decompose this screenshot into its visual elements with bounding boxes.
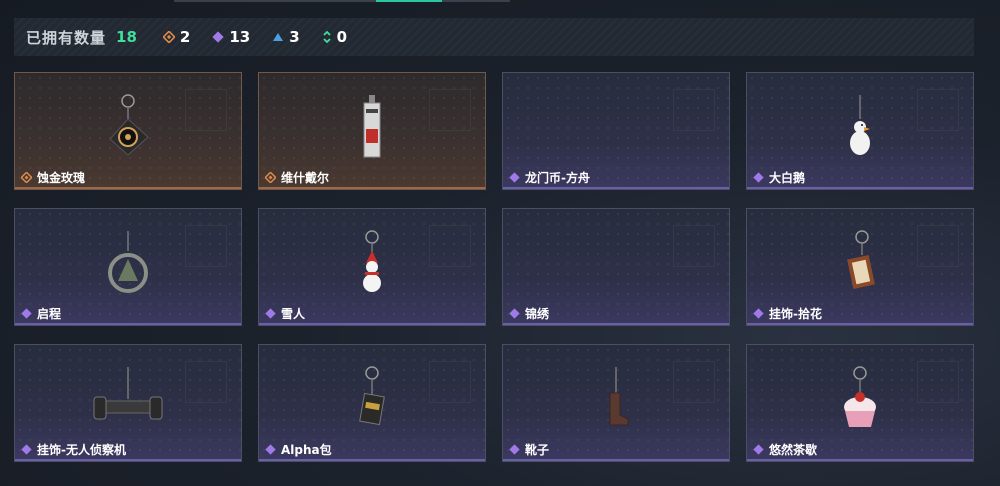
purple-diamond-icon <box>509 444 520 455</box>
charm-card[interactable]: 靴子 <box>502 344 730 462</box>
charm-name: 蚀金玫瑰 <box>21 169 85 186</box>
charm-name: 挂饰-拾花 <box>753 305 822 322</box>
ring-charm-icon <box>108 231 148 293</box>
charm-name: 挂饰-无人侦察机 <box>21 441 126 458</box>
charm-card[interactable]: 启程 <box>14 208 242 326</box>
rarity-bar <box>747 187 973 189</box>
rarity-bar <box>15 187 241 189</box>
rarity-bar <box>503 187 729 189</box>
charm-card[interactable]: 蚀金玫瑰 <box>14 72 242 190</box>
card-decoration <box>429 361 471 403</box>
gold-diamond-icon <box>265 172 276 183</box>
top-tab-strip <box>174 0 510 2</box>
purple-diamond-icon <box>509 308 520 319</box>
charm-card[interactable]: 挂饰-拾花 <box>746 208 974 326</box>
green-chevrons-icon <box>323 31 331 43</box>
rarity-count-purple: 13 <box>212 28 250 46</box>
red-tag-charm-icon <box>363 95 381 158</box>
rarity-bar <box>259 187 485 189</box>
charm-name-label: 挂饰-无人侦察机 <box>37 443 126 457</box>
charm-card[interactable]: 悠然茶歇 <box>746 344 974 462</box>
card-decoration <box>185 361 227 403</box>
charm-name: 锦绣 <box>509 305 549 322</box>
charm-name-label: 维什戴尔 <box>281 171 330 185</box>
card-decoration <box>429 225 471 267</box>
charm-name-label: 靴子 <box>525 443 550 457</box>
rarity-count-gold: 2 <box>162 28 191 46</box>
charm-name-label: 大白鹅 <box>769 171 806 185</box>
owned-count-label: 已拥有数量 <box>26 28 107 47</box>
drone-charm-icon <box>93 367 163 420</box>
charm-name: 悠然茶歇 <box>753 441 817 458</box>
charm-name-label: 龙门币-方舟 <box>525 171 590 185</box>
rarity-count-value: 0 <box>336 28 348 46</box>
card-decoration <box>185 89 227 131</box>
rarity-count-blue: 3 <box>272 28 300 46</box>
purple-diamond-icon <box>265 444 276 455</box>
white-goose-charm-icon <box>850 95 870 155</box>
blue-triangle-icon <box>273 33 284 41</box>
charm-card[interactable]: 维什戴尔 <box>258 72 486 190</box>
charm-card[interactable]: Alpha包 <box>258 344 486 462</box>
charm-name-label: 蚀金玫瑰 <box>37 171 86 185</box>
owned-count-bar: 已拥有数量 18 2 13 3 0 <box>14 18 974 56</box>
rarity-bar <box>747 459 973 461</box>
purple-diamond-icon <box>21 308 32 319</box>
charm-name-label: 雪人 <box>281 307 306 321</box>
charm-name: 龙门币-方舟 <box>509 169 590 186</box>
purple-diamond-icon <box>21 444 32 455</box>
cupcake-charm-icon <box>844 366 876 427</box>
charm-name: 靴子 <box>509 441 549 458</box>
purple-diamond-icon <box>753 172 764 183</box>
charm-name: 启程 <box>21 305 61 322</box>
rarity-count-value: 3 <box>289 28 300 46</box>
charm-name-label: 悠然茶歇 <box>769 443 818 457</box>
charm-name: Alpha包 <box>265 441 332 458</box>
rarity-count-value: 13 <box>229 28 251 46</box>
rose-compass-charm-icon <box>109 94 149 156</box>
purple-diamond-icon <box>753 444 764 455</box>
rarity-count-green: 0 <box>322 28 347 46</box>
charm-card[interactable]: 大白鹅 <box>746 72 974 190</box>
snowman-charm-icon <box>363 230 381 292</box>
gold-diamond-icon <box>21 172 32 183</box>
purple-diamond-icon <box>509 172 520 183</box>
boot-charm-icon <box>609 367 629 426</box>
rarity-bar <box>747 323 973 325</box>
card-decoration <box>673 89 715 131</box>
rarity-bar <box>503 323 729 325</box>
card-decoration <box>185 225 227 267</box>
card-decoration <box>917 225 959 267</box>
charm-name: 雪人 <box>265 305 305 322</box>
card-decoration <box>673 361 715 403</box>
charm-card[interactable]: 雪人 <box>258 208 486 326</box>
owned-count-total: 18 <box>116 28 137 46</box>
rarity-count-value: 2 <box>179 28 191 46</box>
card-decoration <box>917 89 959 131</box>
charm-name: 大白鹅 <box>753 169 805 186</box>
charm-name-label: 锦绣 <box>525 307 550 321</box>
purple-diamond-icon <box>265 308 276 319</box>
active-tab-indicator <box>376 0 442 2</box>
frame-charm-icon <box>847 230 875 289</box>
charm-card[interactable]: 龙门币-方舟 <box>502 72 730 190</box>
gold-diamond-icon <box>162 31 175 43</box>
purple-diamond-icon <box>212 31 224 43</box>
rarity-bar <box>259 459 485 461</box>
rarity-bar <box>259 323 485 325</box>
charm-card[interactable]: 挂饰-无人侦察机 <box>14 344 242 462</box>
charm-card[interactable]: 锦绣 <box>502 208 730 326</box>
charm-name-label: 启程 <box>37 307 62 321</box>
charm-name: 维什戴尔 <box>265 169 329 186</box>
rarity-bar <box>15 459 241 461</box>
rarity-bar <box>15 323 241 325</box>
card-decoration <box>673 225 715 267</box>
rarity-bar <box>503 459 729 461</box>
purple-diamond-icon <box>753 308 764 319</box>
bag-charm-icon <box>359 366 385 426</box>
charm-name-label: Alpha包 <box>281 443 332 457</box>
card-decoration <box>429 89 471 131</box>
card-decoration <box>917 361 959 403</box>
charm-name-label: 挂饰-拾花 <box>769 307 822 321</box>
